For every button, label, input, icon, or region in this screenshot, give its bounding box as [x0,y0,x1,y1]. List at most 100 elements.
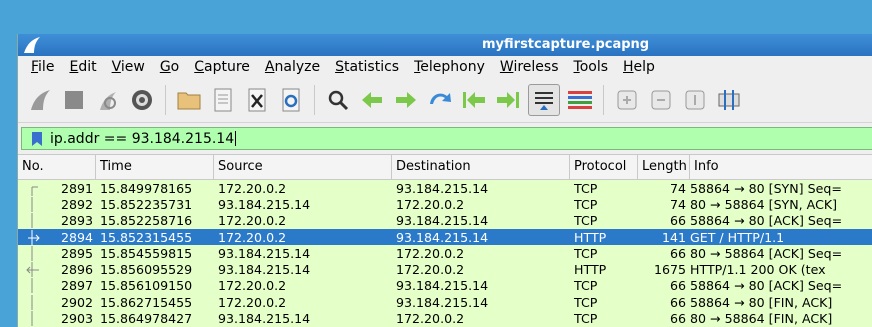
main-toolbar [18,78,872,123]
resize-columns-icon[interactable] [715,86,743,114]
cell-protocol: TCP [574,311,598,327]
menu-edit[interactable]: Edit [69,59,96,75]
conversation-line-icon [31,196,33,212]
menu-wireless[interactable]: Wireless [500,59,559,75]
wireshark-fin-icon [24,37,40,53]
menu-capture[interactable]: Capture [194,59,250,75]
cell-source: 93.184.215.14 [218,245,311,261]
packet-list: No. Time Source Destination Protocol Len… [18,154,872,327]
menu-analyze[interactable]: Analyze [265,59,320,75]
conversation-line-icon [31,311,33,327]
column-header-protocol[interactable]: Protocol [570,155,638,179]
gear-options-icon[interactable] [128,86,156,114]
column-header-source[interactable]: Source [214,155,392,179]
cell-info: 80 → 58864 [ACK] Seq= [690,245,843,261]
cell-protocol: TCP [574,245,598,261]
cell-length: 141 [661,229,686,245]
jump-to-icon[interactable] [426,86,454,114]
magnifier-find-icon[interactable] [324,86,352,114]
cell-destination: 93.184.215.14 [396,213,489,229]
table-row[interactable]: 2892 15.852235731 93.184.215.14 172.20.0… [18,196,872,213]
zoom-in-icon[interactable] [613,86,641,114]
normal-size-icon[interactable] [681,86,709,114]
open-folder-icon[interactable] [175,86,203,114]
menu-go[interactable]: Go [160,59,179,75]
title-bar[interactable]: myfirstcapture.pcapng [18,34,872,56]
response-arrow-icon [26,262,39,278]
conversation-line-icon [31,294,33,310]
request-arrow-icon [28,229,40,245]
table-row[interactable]: 2893 15.852258716 172.20.0.2 93.184.215.… [18,212,872,229]
display-filter-input[interactable]: ip.addr == 93.184.215.14 [21,127,872,150]
cell-source: 93.184.215.14 [218,196,311,212]
cell-time: 15.856109150 [100,278,193,294]
close-file-icon[interactable] [243,86,271,114]
colorize-icon[interactable] [566,86,594,114]
table-row[interactable]: 2895 15.854559815 93.184.215.14 172.20.0… [18,245,872,262]
conversation-line-icon [31,213,33,229]
wireshark-window: myfirstcapture.pcapng File Edit View Go … [17,34,872,327]
conversation-line-icon [31,278,33,294]
cell-destination: 172.20.0.2 [396,262,465,278]
menu-telephony[interactable]: Telephony [414,59,485,75]
display-filter-value: ip.addr == 93.184.215.14 [50,130,235,147]
cell-destination: 93.184.215.14 [396,278,489,294]
menu-statistics[interactable]: Statistics [335,59,399,75]
reload-icon[interactable] [277,86,305,114]
cell-time: 15.856095529 [100,262,193,278]
cell-no: 2893 [18,213,96,229]
menu-view[interactable]: View [112,59,145,75]
restart-icon[interactable] [94,86,122,114]
cell-no: 2894 [18,229,96,245]
cell-protocol: TCP [574,196,598,212]
menu-tools[interactable]: Tools [574,59,609,75]
cell-destination: 172.20.0.2 [396,196,465,212]
cell-info: HTTP/1.1 200 OK (tex [690,262,826,278]
menu-help[interactable]: Help [623,59,655,75]
cell-source: 172.20.0.2 [218,180,287,196]
cell-info: 58864 → 80 [FIN, ACK] [690,294,833,310]
zoom-out-icon[interactable] [647,86,675,114]
table-row[interactable]: 2891 15.849978165 172.20.0.2 93.184.215.… [18,180,872,197]
table-row[interactable]: 2896 15.856095529 93.184.215.14 172.20.0… [18,261,872,278]
column-header-destination[interactable]: Destination [392,155,570,179]
column-header-length[interactable]: Length [638,155,690,179]
column-header-no[interactable]: No. [18,155,96,179]
file-icon[interactable] [209,86,237,114]
column-header-info[interactable]: Info [690,155,872,179]
toolbar-separator [603,85,604,115]
cell-length: 66 [669,213,686,229]
cell-protocol: TCP [574,294,598,310]
cell-length: 66 [669,294,686,310]
cell-time: 15.852235731 [100,196,193,212]
table-row[interactable]: 2903 15.864978427 93.184.215.14 172.20.0… [18,310,872,327]
cell-length: 1675 [653,262,686,278]
cell-time: 15.854559815 [100,245,193,261]
cell-no: 2897 [18,278,96,294]
cell-length: 66 [669,245,686,261]
table-row[interactable]: 2902 15.862715455 172.20.0.2 93.184.215.… [18,294,872,311]
cell-destination: 93.184.215.14 [396,294,489,310]
cell-length: 66 [669,311,686,327]
go-last-icon[interactable] [494,86,522,114]
autoscroll-icon[interactable] [528,84,560,116]
cell-time: 15.852315455 [100,229,193,245]
bookmark-icon[interactable] [30,131,44,147]
cell-time: 15.864978427 [100,311,193,327]
column-header-time[interactable]: Time [96,155,214,179]
cell-info: 58864 → 80 [ACK] Seq= [690,278,843,294]
packet-list-header: No. Time Source Destination Protocol Len… [18,154,872,180]
cell-no: 2903 [18,311,96,327]
menu-file[interactable]: File [31,59,54,75]
table-row-selected[interactable]: 2894 15.852315455 172.20.0.2 93.184.215.… [18,228,872,246]
stop-square-icon[interactable] [60,86,88,114]
go-first-icon[interactable] [460,86,488,114]
go-back-icon[interactable] [358,86,386,114]
conversation-start-icon [31,186,38,196]
cell-source: 172.20.0.2 [218,278,287,294]
cell-time: 15.852258716 [100,213,193,229]
shark-fin-start-icon[interactable] [26,86,54,114]
cell-protocol: TCP [574,278,598,294]
table-row[interactable]: 2897 15.856109150 172.20.0.2 93.184.215.… [18,277,872,295]
go-forward-icon[interactable] [392,86,420,114]
